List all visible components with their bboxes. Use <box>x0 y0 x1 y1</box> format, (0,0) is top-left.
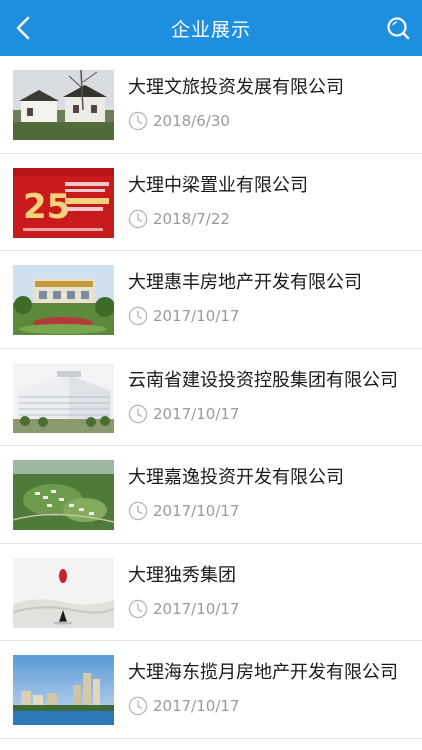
publish-date-row: 2017/10/17 <box>128 305 239 327</box>
publish-date: 2017/10/17 <box>153 502 240 520</box>
company-thumbnail <box>13 460 114 530</box>
company-list-item[interactable]: 大理海东揽月房地产开发有限公司 2017/10/17 <box>0 641 422 739</box>
clock-icon <box>128 306 148 326</box>
office-tower-photo <box>13 362 114 433</box>
company-name: 大理独秀集团 <box>128 564 236 586</box>
clock-icon <box>128 599 148 618</box>
company-name: 大理嘉逸投资开发有限公司 <box>128 467 344 488</box>
clock-icon <box>128 501 148 521</box>
aerial-green-photo <box>13 460 114 530</box>
red-poster-photo: 25 <box>13 167 114 238</box>
top-navigation-bar: 企业展示 <box>0 0 422 56</box>
poster-number: 25 <box>23 187 70 227</box>
clock-icon <box>128 404 148 423</box>
company-name: 大理文旅投资发展有限公司 <box>128 77 344 98</box>
publish-date-row: 2018/6/30 <box>128 110 230 132</box>
publish-date-row: 2017/10/17 <box>128 598 239 620</box>
search-button[interactable] <box>380 10 416 46</box>
company-list: 大理文旅投资发展有限公司 2018/6/30 25 大理中梁置业有限公司 201… <box>0 56 422 739</box>
publish-date: 2017/10/17 <box>153 697 240 715</box>
publish-date: 2017/10/17 <box>153 404 240 423</box>
company-name: 大理惠丰房地产开发有限公司 <box>128 272 362 293</box>
page-title: 企业展示 <box>170 18 251 41</box>
company-name: 大理中梁置业有限公司 <box>128 174 308 196</box>
company-list-item[interactable]: 大理惠丰房地产开发有限公司 2017/10/17 <box>0 251 422 349</box>
clock-icon <box>128 696 148 716</box>
building-photo <box>13 70 114 140</box>
ink-landscape-photo <box>13 557 114 628</box>
publish-date: 2017/10/17 <box>153 307 240 325</box>
publish-date-row: 2018/7/22 <box>128 208 230 230</box>
company-list-item[interactable]: 大理独秀集团 2017/10/17 <box>0 544 422 641</box>
company-thumbnail <box>13 70 114 140</box>
company-thumbnail <box>13 557 114 628</box>
lakeside-city-photo <box>13 655 114 725</box>
company-list-item[interactable]: 大理嘉逸投资开发有限公司 2017/10/17 <box>0 446 422 544</box>
company-thumbnail <box>13 362 114 433</box>
publish-date-row: 2017/10/17 <box>128 695 239 717</box>
company-name: 大理海东揽月房地产开发有限公司 <box>128 662 398 683</box>
publish-date-row: 2017/10/17 <box>128 403 239 425</box>
publish-date: 2018/7/22 <box>153 209 230 228</box>
company-list-item[interactable]: 云南省建设投资控股集团有限公司 2017/10/17 <box>0 349 422 446</box>
company-name: 云南省建设投资控股集团有限公司 <box>128 369 398 391</box>
search-icon <box>387 17 410 40</box>
back-button[interactable] <box>6 10 42 46</box>
company-list-item[interactable]: 大理文旅投资发展有限公司 2018/6/30 <box>0 56 422 154</box>
garden-building-photo <box>13 265 114 335</box>
publish-date-row: 2017/10/17 <box>128 500 239 522</box>
publish-date: 2018/6/30 <box>153 112 230 130</box>
company-thumbnail <box>13 265 114 335</box>
company-thumbnail: 25 <box>13 167 114 238</box>
publish-date: 2017/10/17 <box>153 599 240 618</box>
clock-icon <box>128 209 148 228</box>
company-list-item[interactable]: 25 大理中梁置业有限公司 2018/7/22 <box>0 154 422 251</box>
chevron-left-icon <box>16 16 30 40</box>
clock-icon <box>128 111 148 131</box>
company-thumbnail <box>13 655 114 725</box>
